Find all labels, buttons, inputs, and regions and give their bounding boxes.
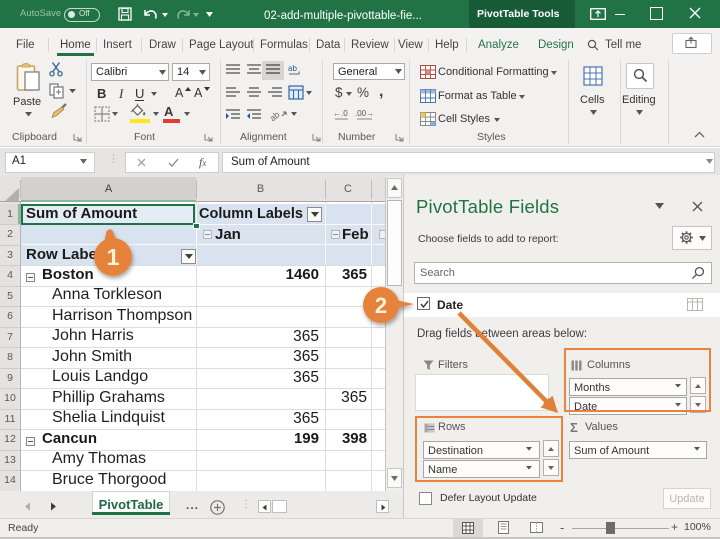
svg-text:1: 1 (107, 244, 120, 270)
svg-text:2: 2 (375, 293, 387, 318)
